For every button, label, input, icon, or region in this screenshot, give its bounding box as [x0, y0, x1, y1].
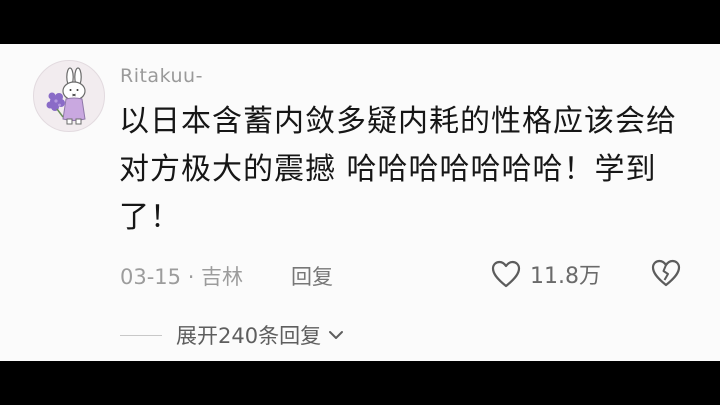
comment-text: 以日本含蓄内敛多疑内耗的性格应该会给 对方极大的震撼 哈哈哈哈哈哈哈！学到 了！	[119, 98, 679, 242]
reply-button[interactable]: 回复	[291, 261, 333, 291]
like-button[interactable]: 11.8万	[490, 258, 601, 290]
comment-line-3: 了！	[119, 200, 181, 235]
expand-replies-button[interactable]: 展开240条回复	[120, 320, 345, 350]
avatar[interactable]	[33, 60, 105, 132]
divider-line	[120, 334, 162, 336]
rabbit-avatar-icon	[46, 67, 86, 125]
comment-line-2: 对方极大的震撼 哈哈哈哈哈哈哈！学到	[119, 152, 657, 187]
heart-outline-icon	[491, 260, 521, 288]
username[interactable]: Ritakuu-	[120, 65, 203, 87]
expand-replies-label: 展开240条回复	[176, 324, 322, 348]
like-count: 11.8万	[530, 264, 601, 289]
dislike-button[interactable]	[650, 258, 682, 292]
broken-heart-icon	[651, 259, 681, 287]
comment-card: Ritakuu- 以日本含蓄内敛多疑内耗的性格应该会给 对方极大的震撼 哈哈哈哈…	[0, 44, 720, 361]
chevron-down-icon	[329, 331, 344, 339]
comment-line-1: 以日本含蓄内敛多疑内耗的性格应该会给	[119, 104, 677, 139]
comment-date-location: 03-15 · 吉林	[120, 265, 244, 289]
